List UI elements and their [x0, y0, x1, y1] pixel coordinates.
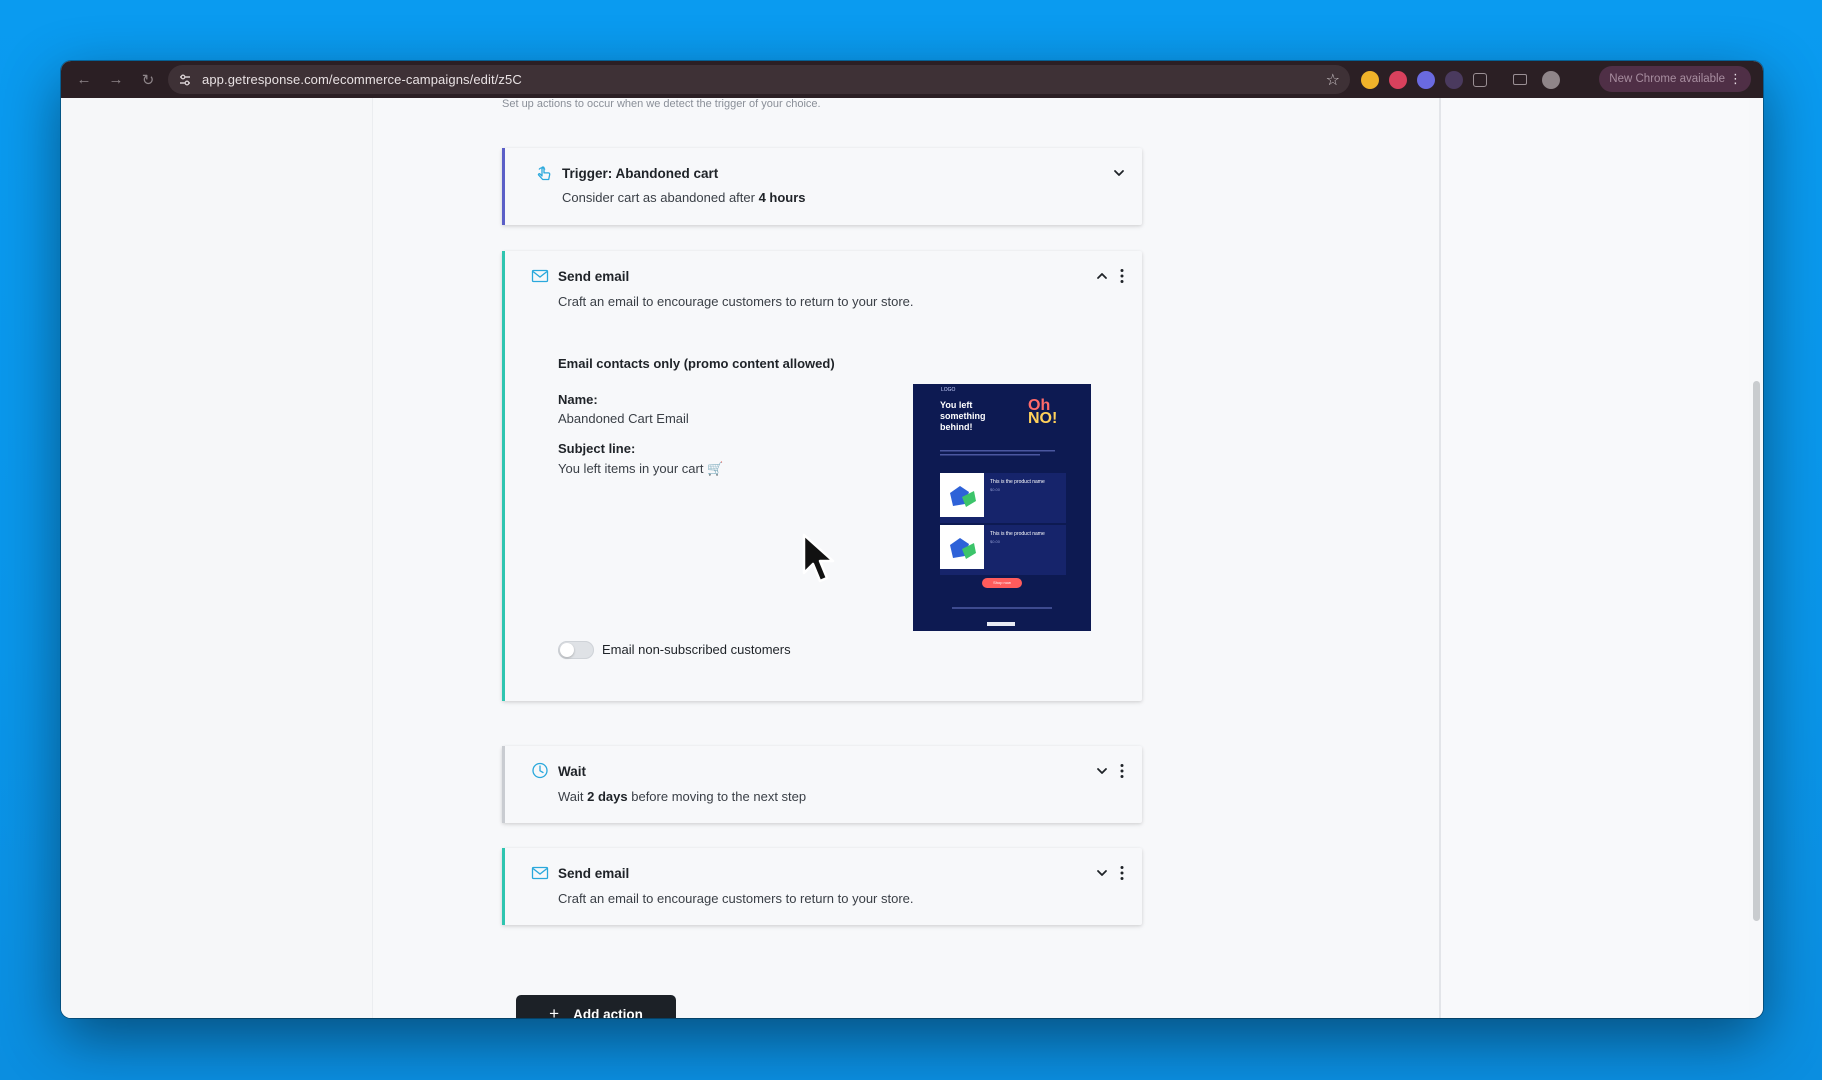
kebab-menu-icon[interactable] [1119, 865, 1125, 881]
preview-no: NO! [1028, 410, 1058, 427]
puzzle-icon[interactable] [1473, 73, 1487, 87]
wait-subtitle-value: 2 days [587, 789, 628, 804]
preview-product-price: $0.00 [990, 539, 1001, 544]
envelope-icon [531, 866, 549, 880]
media-icon[interactable] [1513, 74, 1527, 85]
subject-label: Subject line: [558, 441, 636, 456]
preview-headline: You left something behind! [940, 400, 986, 432]
send-email-subtitle: Craft an email to encourage customers to… [558, 294, 914, 309]
right-panel [1439, 98, 1749, 1018]
extension-icon[interactable] [1361, 71, 1379, 89]
back-arrow-icon[interactable]: ← [69, 65, 99, 95]
add-action-button[interactable]: + Add action [516, 995, 676, 1018]
wait-title: Wait [558, 764, 586, 779]
preview-product-card: This is the product name $0.00 [940, 473, 1066, 523]
section-hint: Set up actions to occur when we detect t… [502, 98, 821, 110]
subject-value: You left items in your cart 🛒 [558, 461, 724, 476]
name-label: Name: [558, 392, 598, 407]
trigger-title: Trigger: Abandoned cart [562, 166, 719, 181]
kebab-menu-icon[interactable]: ⋮ [1729, 71, 1742, 87]
forward-arrow-icon[interactable]: → [101, 65, 131, 95]
left-panel [61, 98, 373, 1018]
send-email-card-expanded[interactable]: Send email Craft an email to encourage c… [502, 251, 1142, 701]
site-settings-icon[interactable] [176, 71, 194, 89]
preview-product-image [940, 525, 984, 569]
toggle-knob [560, 643, 574, 657]
preview-text-lines [940, 450, 1055, 456]
chrome-update-label: New Chrome available [1609, 73, 1725, 85]
trigger-subtitle: Consider cart as abandoned after 4 hours [562, 190, 806, 205]
preview-footer-line [952, 607, 1052, 609]
browser-toolbar: ← → ↻ app.getresponse.com/ecommerce-camp… [61, 61, 1763, 98]
send-email-accent [502, 848, 505, 925]
preview-product-name: This is the product name [990, 479, 1045, 485]
preview-product-card: This is the product name $0.00 [940, 525, 1066, 575]
preview-oh-no: Oh NO! [1028, 398, 1058, 427]
name-value: Abandoned Cart Email [558, 411, 689, 426]
extension-icon[interactable] [1389, 71, 1407, 89]
chevron-up-icon[interactable] [1095, 269, 1109, 283]
mouse-cursor-icon [802, 533, 835, 583]
send-email-title: Send email [558, 269, 630, 284]
wait-subtitle: Wait 2 days before moving to the next st… [558, 789, 806, 804]
non-subscribed-label: Email non-subscribed customers [602, 642, 791, 657]
add-action-label: Add action [573, 1007, 643, 1018]
wait-subtitle-prefix: Wait [558, 789, 588, 804]
hand-pointer-icon [537, 166, 551, 181]
address-bar[interactable]: app.getresponse.com/ecommerce-campaigns/… [168, 65, 1350, 94]
extension-icon[interactable] [1445, 71, 1463, 89]
star-icon[interactable]: ☆ [1326, 70, 1340, 90]
non-subscribed-toggle[interactable] [558, 641, 594, 659]
reload-icon[interactable]: ↻ [133, 65, 163, 95]
preview-product-name: This is the product name [990, 531, 1045, 537]
profile-icon[interactable] [1542, 71, 1560, 89]
wait-accent [502, 746, 505, 823]
chrome-update-button[interactable]: New Chrome available ⋮ [1599, 66, 1751, 92]
send-email-card-collapsed[interactable]: Send email Craft an email to encourage c… [502, 848, 1142, 925]
page-scrollbar[interactable] [1753, 381, 1760, 921]
browser-window: ← → ↻ app.getresponse.com/ecommerce-camp… [61, 61, 1763, 1018]
extension-icon[interactable] [1417, 71, 1435, 89]
trigger-subtitle-value: 4 hours [758, 190, 806, 205]
clock-icon [532, 762, 548, 779]
preview-product-image [940, 473, 984, 517]
plus-icon: + [549, 1003, 560, 1019]
preview-shop-button: Shop now [982, 578, 1022, 588]
preview-footer-badge [987, 622, 1015, 626]
wait-subtitle-suffix: before moving to the next step [627, 789, 807, 804]
send-email-title: Send email [558, 866, 630, 881]
chevron-down-icon[interactable] [1095, 764, 1109, 778]
kebab-menu-icon[interactable] [1119, 268, 1125, 284]
email-preview-thumbnail[interactable]: LOGO You left something behind! Oh NO! Th… [913, 384, 1091, 631]
url-text[interactable]: app.getresponse.com/ecommerce-campaigns/… [202, 72, 522, 87]
kebab-menu-icon[interactable] [1119, 763, 1125, 779]
trigger-card[interactable]: Trigger: Abandoned cart Consider cart as… [502, 148, 1142, 225]
chevron-down-icon[interactable] [1112, 166, 1126, 180]
chevron-down-icon[interactable] [1095, 866, 1109, 880]
email-contacts-title: Email contacts only (promo content allow… [558, 356, 835, 371]
wait-card[interactable]: Wait Wait 2 days before moving to the ne… [502, 746, 1142, 823]
preview-product-price: $0.00 [990, 487, 1001, 492]
envelope-icon [531, 269, 549, 283]
preview-logo: LOGO [941, 387, 956, 393]
trigger-accent [502, 148, 505, 225]
trigger-subtitle-prefix: Consider cart as abandoned after [562, 190, 759, 205]
send-email-subtitle: Craft an email to encourage customers to… [558, 891, 914, 906]
page-viewport: Set up actions to occur when we detect t… [61, 98, 1763, 1018]
send-email-accent [502, 251, 505, 701]
